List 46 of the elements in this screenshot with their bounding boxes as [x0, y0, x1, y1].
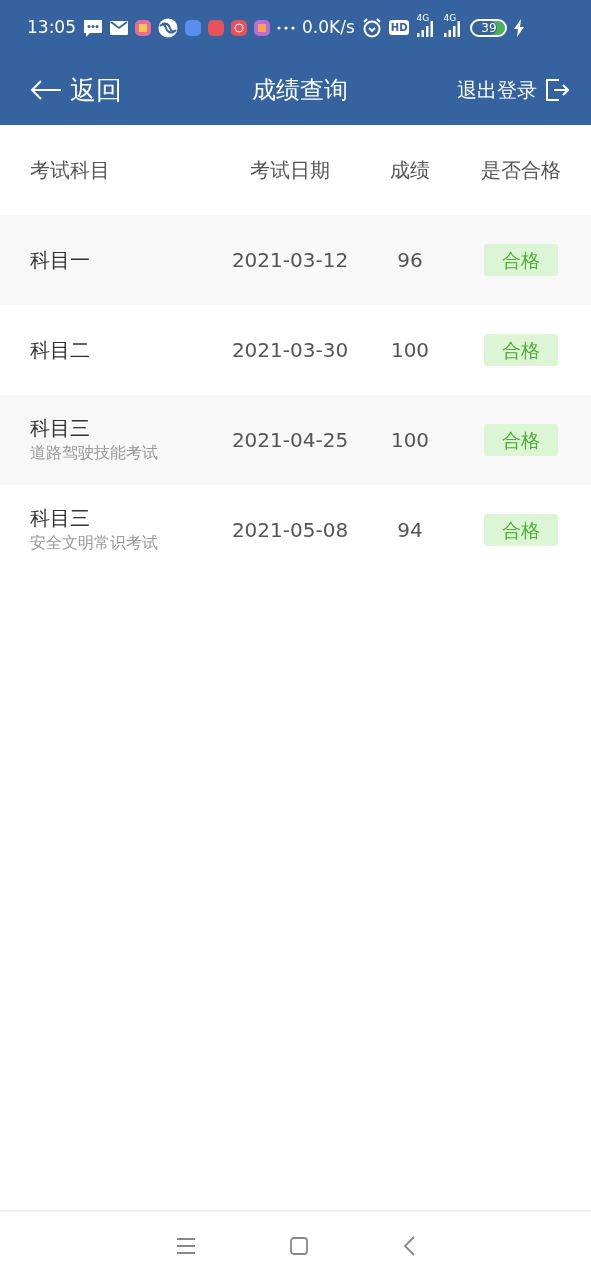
network-speed: 0.0K/s: [302, 15, 355, 39]
score: 96: [396, 247, 424, 274]
score: 100: [389, 337, 431, 364]
back-arrow-icon: [30, 79, 62, 101]
subject-name: 科目二: [30, 337, 91, 363]
column-header: 成绩: [389, 157, 431, 184]
result-tag: 合格: [483, 513, 558, 547]
logout-button[interactable]: 退出登录: [457, 75, 569, 105]
battery-indicator: 39: [470, 18, 508, 37]
network-type: 4G: [443, 11, 457, 25]
hd-label: HD: [388, 20, 410, 35]
app-icon: [135, 19, 151, 36]
back-icon[interactable]: [402, 1236, 415, 1256]
app-icon: [208, 19, 224, 36]
message-icon: [83, 17, 103, 38]
app-icon: [185, 19, 201, 36]
column-header: 是否合格: [479, 157, 562, 184]
app-icon: [231, 19, 247, 36]
more-icon: [277, 25, 295, 30]
page-title: 成绩查询: [251, 75, 348, 106]
app-icon: [254, 19, 270, 36]
app-icon: [158, 17, 178, 38]
subject-name: 科目一: [30, 247, 91, 273]
home-icon[interactable]: [289, 1237, 308, 1255]
alarm-icon: [361, 17, 382, 38]
exam-date: 2021-03-30: [230, 337, 350, 364]
mail-icon: [110, 20, 128, 35]
score: 100: [389, 427, 431, 454]
subject-name: 科目三: [30, 505, 91, 531]
exam-date: 2021-03-12: [230, 247, 350, 274]
back-button[interactable]: 返回: [30, 70, 122, 110]
result-tag: 合格: [483, 243, 558, 277]
result-tag: 合格: [483, 423, 558, 457]
score: 94: [396, 517, 424, 544]
exam-date: 2021-05-08: [230, 517, 350, 544]
exam-date: 2021-04-25: [230, 427, 350, 454]
column-header: 考试日期: [249, 157, 331, 184]
column-header: 考试科目: [30, 157, 111, 184]
menu-icon[interactable]: [176, 1238, 195, 1254]
network-type: 4G: [416, 11, 430, 25]
result-tag: 合格: [483, 333, 558, 367]
subject-name: 科目三: [30, 415, 91, 441]
subject-subtitle: 安全文明常识考试: [30, 532, 159, 554]
subject-subtitle: 道路驾驶技能考试: [30, 442, 159, 464]
status-time: 13:05: [27, 15, 76, 39]
logout-icon: [545, 78, 569, 102]
